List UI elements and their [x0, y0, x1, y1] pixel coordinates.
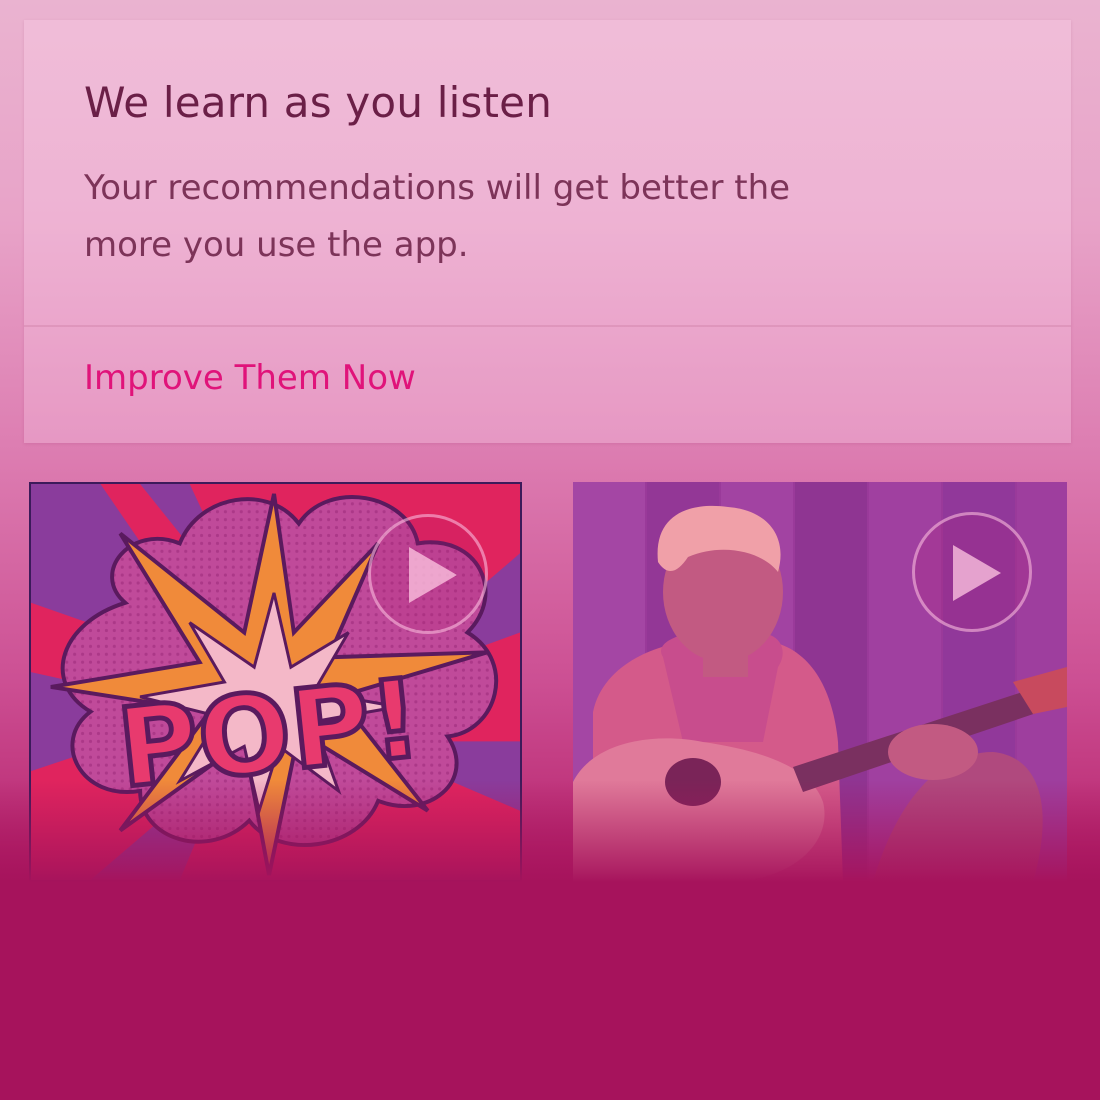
improve-them-now-link[interactable]: Improve Them Now — [84, 358, 416, 398]
card-description: Your recommendations will get better the… — [84, 168, 791, 265]
artist-playlist-tile[interactable] — [573, 482, 1067, 882]
card-divider — [24, 325, 1071, 327]
play-icon — [953, 545, 1001, 601]
recommendations-info-card: We learn as you listen Your recommendati… — [24, 20, 1071, 443]
card-title: We learn as you listen — [84, 78, 553, 127]
play-artist-button[interactable] — [912, 512, 1032, 632]
play-icon — [409, 547, 457, 603]
play-pop-button[interactable] — [368, 514, 488, 634]
pop-playlist-tile[interactable]: POP! — [29, 482, 522, 882]
